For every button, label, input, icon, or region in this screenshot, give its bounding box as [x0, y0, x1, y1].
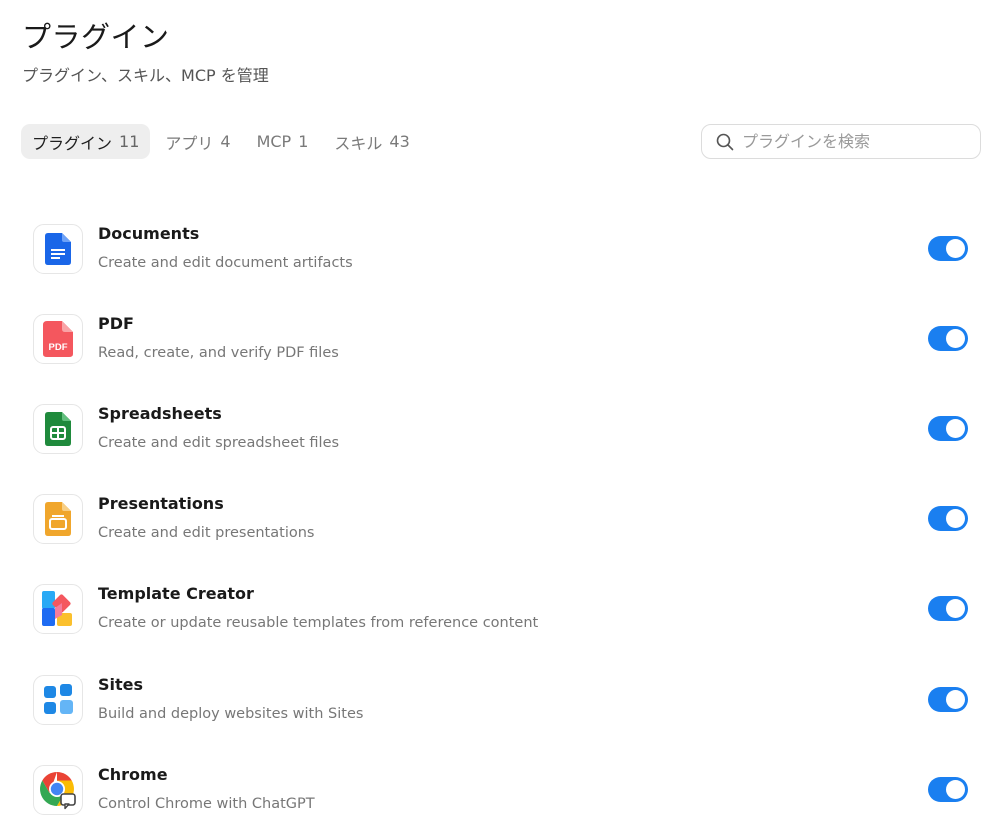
tab-plugins[interactable]: プラグイン 11 [21, 124, 151, 159]
tab-count: 1 [298, 132, 309, 151]
search-input[interactable] [742, 132, 962, 151]
plugin-name: Presentations [98, 494, 224, 513]
tab-skills[interactable]: スキル 43 [323, 124, 420, 159]
pdf-icon: PDF [33, 314, 83, 364]
plugin-name: Sites [98, 675, 144, 694]
pdf-toggle[interactable] [928, 326, 968, 351]
plugin-row-spreadsheets: Spreadsheets Create and edit spreadsheet… [0, 404, 1001, 494]
plugin-description: Build and deploy websites with Sites [98, 706, 364, 722]
presentations-toggle[interactable] [928, 506, 968, 531]
plugin-name: Documents [98, 224, 200, 243]
plugin-row-presentations: Presentations Create and edit presentati… [0, 494, 1001, 584]
plugins-page: プラグイン プラグイン、スキル、MCP を管理 プラグイン 11 アプリ 4 M… [0, 0, 1001, 836]
toggle-knob [946, 599, 965, 618]
tab-count: 4 [220, 132, 231, 151]
tab-apps[interactable]: アプリ 4 [154, 124, 241, 159]
plugin-description: Create and edit presentations [98, 525, 315, 541]
presentations-icon [33, 494, 83, 544]
spreadsheets-icon [33, 404, 83, 454]
plugin-description: Read, create, and verify PDF files [98, 345, 339, 361]
toggle-knob [946, 239, 965, 258]
page-title: プラグイン [22, 20, 170, 54]
toggle-knob [946, 419, 965, 438]
tab-count: 11 [119, 132, 140, 151]
plugin-name: Template Creator [98, 584, 254, 603]
plugin-name: Spreadsheets [98, 404, 222, 423]
tab-label: プラグイン [32, 133, 113, 153]
chrome-icon [33, 765, 83, 815]
template-creator-toggle[interactable] [928, 596, 968, 621]
plugin-description: Control Chrome with ChatGPT [98, 796, 315, 812]
plugin-row-chrome: Chrome Control Chrome with ChatGPT [0, 765, 1001, 836]
sites-toggle[interactable] [928, 687, 968, 712]
tab-label: MCP [256, 132, 292, 151]
sites-icon [33, 675, 83, 725]
toggle-knob [946, 329, 965, 348]
documents-icon [33, 224, 83, 274]
template-creator-icon [33, 584, 83, 634]
plugin-row-documents: Documents Create and edit document artif… [0, 224, 1001, 314]
toggle-knob [946, 780, 965, 799]
toggle-knob [946, 509, 965, 528]
chrome-toggle[interactable] [928, 777, 968, 802]
plugin-row-sites: Sites Build and deploy websites with Sit… [0, 675, 1001, 765]
search-icon [716, 133, 734, 150]
tab-label: アプリ [165, 133, 214, 153]
pdf-icon-text: PDF [49, 342, 68, 353]
plugin-description: Create and edit spreadsheet files [98, 435, 340, 451]
tab-count: 43 [389, 132, 410, 151]
search-box [701, 124, 981, 159]
plugin-description: Create or update reusable templates from… [98, 615, 539, 631]
spreadsheets-toggle[interactable] [928, 416, 968, 441]
tab-bar: プラグイン 11 アプリ 4 MCP 1 スキル 43 [21, 124, 425, 159]
toggle-knob [946, 690, 965, 709]
tab-mcp[interactable]: MCP 1 [246, 124, 320, 159]
tab-label: スキル [334, 133, 383, 153]
plugin-name: Chrome [98, 765, 168, 784]
page-subtitle: プラグイン、スキル、MCP を管理 [22, 66, 269, 85]
documents-toggle[interactable] [928, 236, 968, 261]
plugin-row-template-creator: Template Creator Create or update reusab… [0, 584, 1001, 674]
plugin-name: PDF [98, 314, 134, 333]
plugin-description: Create and edit document artifacts [98, 255, 353, 271]
plugin-row-pdf: PDF PDF Read, create, and verify PDF fil… [0, 314, 1001, 404]
